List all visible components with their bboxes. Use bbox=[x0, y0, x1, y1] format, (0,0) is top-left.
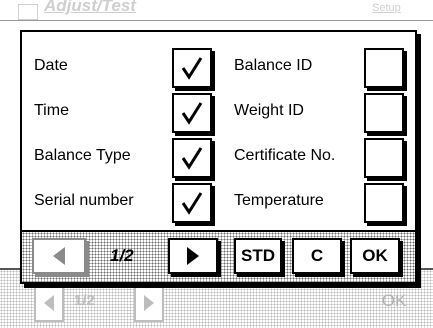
option-label-balance-type: Balance Type bbox=[34, 147, 131, 164]
option-row: Time Weight ID bbox=[22, 93, 415, 137]
clear-button[interactable]: C bbox=[292, 238, 342, 274]
checkbox-certificate-no[interactable] bbox=[364, 138, 404, 178]
checkbox-temperature[interactable] bbox=[364, 183, 404, 223]
background-ok-label: OK bbox=[381, 291, 407, 310]
option-label-balance-id: Balance ID bbox=[234, 57, 313, 74]
option-row: Date Balance ID bbox=[22, 48, 415, 92]
background-setup-label: Setup bbox=[372, 2, 401, 14]
background-title: Adjust/Test bbox=[44, 0, 136, 15]
checkbox-date[interactable] bbox=[172, 48, 212, 88]
page-indicator: 1/2 bbox=[110, 246, 134, 265]
dialog-toolbar: 1/2 STD C OK bbox=[22, 230, 415, 282]
option-label-time: Time bbox=[34, 102, 69, 119]
prev-page-button[interactable] bbox=[32, 238, 86, 274]
arrow-right-icon bbox=[187, 247, 199, 265]
app-icon bbox=[18, 4, 38, 20]
option-label-date: Date bbox=[34, 57, 68, 74]
arrow-left-icon bbox=[53, 247, 65, 265]
checkbox-balance-id[interactable] bbox=[364, 48, 404, 88]
background-divider bbox=[0, 20, 433, 21]
checkbox-time[interactable] bbox=[172, 93, 212, 133]
next-page-button[interactable] bbox=[168, 238, 218, 274]
ok-button[interactable]: OK bbox=[350, 238, 400, 274]
option-label-temperature: Temperature bbox=[234, 192, 324, 209]
option-row: Serial number Temperature bbox=[22, 183, 415, 227]
checkmark-icon bbox=[181, 192, 203, 215]
option-label-serial-number: Serial number bbox=[34, 192, 134, 209]
checkmark-icon bbox=[181, 57, 203, 80]
report-options-dialog: Date Balance ID Time Weight ID Balance T… bbox=[20, 30, 417, 284]
checkbox-weight-id[interactable] bbox=[364, 93, 404, 133]
checkmark-icon bbox=[181, 147, 203, 170]
std-button[interactable]: STD bbox=[234, 238, 282, 274]
option-label-certificate-no: Certificate No. bbox=[234, 147, 336, 164]
background-page-indicator: 1/2 bbox=[74, 292, 95, 309]
background-prev-button bbox=[34, 284, 64, 322]
background-next-button bbox=[134, 284, 164, 322]
option-row: Balance Type Certificate No. bbox=[22, 138, 415, 182]
arrow-right-icon bbox=[144, 295, 154, 311]
arrow-left-icon bbox=[44, 295, 54, 311]
checkbox-serial-number[interactable] bbox=[172, 183, 212, 223]
option-label-weight-id: Weight ID bbox=[234, 102, 304, 119]
checkmark-icon bbox=[181, 102, 203, 125]
checkbox-balance-type[interactable] bbox=[172, 138, 212, 178]
